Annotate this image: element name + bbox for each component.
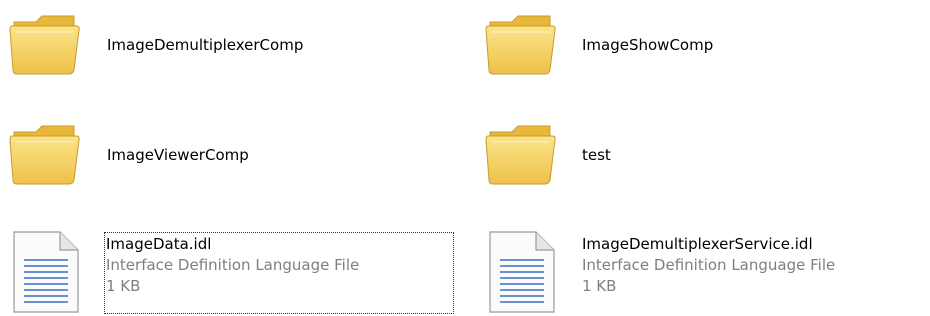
file-item-imagedata-idl[interactable]: ImageData.idl Interface Definition Langu…	[8, 226, 458, 316]
file-type: Interface Definition Language File	[106, 256, 360, 274]
file-size: 1 KB	[106, 277, 141, 295]
folder-icon	[485, 15, 556, 75]
file-type: Interface Definition Language File	[582, 256, 836, 274]
folder-item-imageviewercomp[interactable]: ImageViewerComp	[8, 120, 428, 190]
folder-item-imagedemultiplexercomp[interactable]: ImageDemultiplexerComp	[8, 10, 428, 80]
folder-icon	[9, 125, 80, 185]
file-name: ImageDemultiplexerService.idl	[582, 235, 813, 253]
file-size: 1 KB	[582, 277, 617, 295]
file-name: ImageData.idl	[106, 235, 212, 253]
folder-name: ImageViewerComp	[107, 146, 249, 164]
folder-name: test	[582, 146, 611, 164]
idl-document-icon	[489, 231, 555, 313]
folder-name: ImageShowComp	[582, 36, 714, 54]
file-item-imagedemultiplexerservice-idl[interactable]: ImageDemultiplexerService.idl Interface …	[484, 226, 930, 316]
folder-icon	[9, 15, 80, 75]
folder-item-test[interactable]: test	[484, 120, 904, 190]
folder-item-imageshowcomp[interactable]: ImageShowComp	[484, 10, 904, 80]
folder-name: ImageDemultiplexerComp	[107, 36, 304, 54]
idl-document-icon	[13, 231, 79, 313]
folder-icon	[485, 125, 556, 185]
